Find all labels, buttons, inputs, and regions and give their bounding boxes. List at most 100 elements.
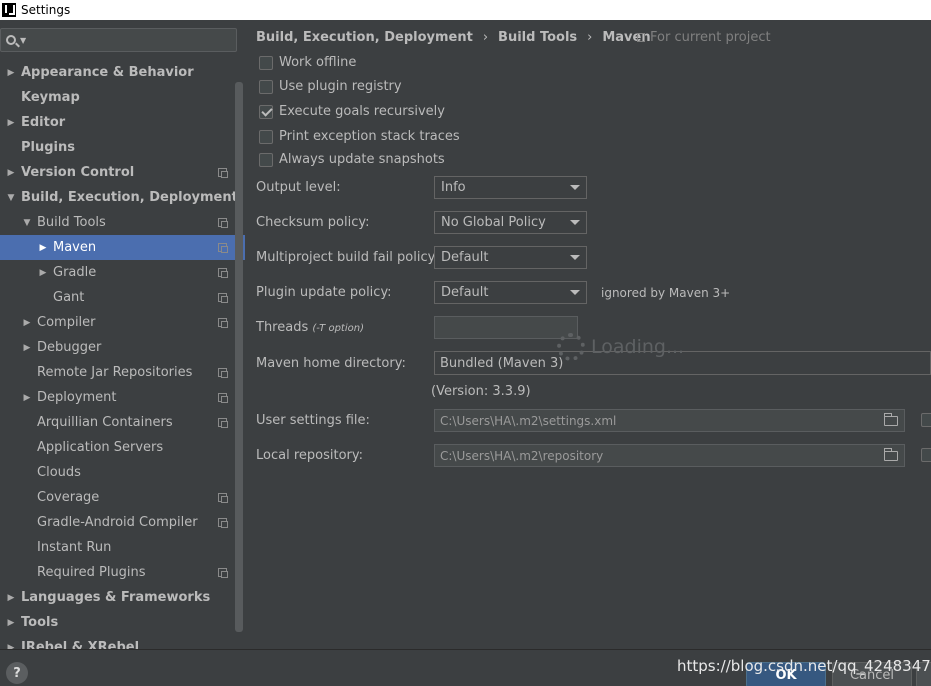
sidebar-item-keymap[interactable]: Keymap	[0, 85, 245, 110]
sidebar-item-label: Compiler	[37, 315, 96, 330]
maven-home-label: Maven home directory:	[256, 356, 406, 371]
chevron-down-icon	[570, 255, 580, 260]
sidebar-item-label: Remote Jar Repositories	[37, 365, 193, 380]
sidebar-item-label: Clouds	[37, 465, 81, 480]
sidebar-item-build-execution-deployment[interactable]: ▼ Build, Execution, Deployment	[0, 185, 245, 210]
intellij-app-icon	[2, 3, 16, 17]
sidebar-item-label: Plugins	[21, 140, 75, 155]
work-offline-checkbox[interactable]	[259, 55, 273, 70]
search-icon	[6, 35, 16, 45]
breadcrumb-part: Build, Execution, Deployment	[256, 30, 473, 45]
expand-arrow-down-icon[interactable]: ▼	[21, 218, 33, 228]
plugin-update-policy-select[interactable]: Default	[434, 281, 587, 304]
user-settings-value: C:\Users\HA\.m2\settings.xml	[440, 413, 617, 428]
expand-arrow-right-icon[interactable]: ▶	[5, 168, 17, 178]
user-settings-label: User settings file:	[256, 413, 370, 428]
plugin-update-policy-value: Default	[441, 285, 489, 300]
sidebar-item-appearance-behavior[interactable]: ▶ Appearance & Behavior	[0, 60, 245, 85]
copy-icon	[218, 168, 228, 178]
expand-arrow-right-icon[interactable]: ▶	[5, 118, 17, 128]
output-level-select[interactable]: Info	[434, 176, 587, 199]
local-repository-label: Local repository:	[256, 448, 363, 463]
sidebar-item-label: Maven	[53, 240, 97, 255]
sidebar-item-label: Keymap	[21, 90, 80, 105]
expand-arrow-right-icon[interactable]: ▶	[5, 593, 17, 603]
sidebar-item-deployment[interactable]: ▶ Deployment	[0, 385, 245, 410]
checksum-policy-select[interactable]: No Global Policy	[434, 211, 587, 234]
copy-icon	[218, 493, 228, 503]
sidebar-scrollbar[interactable]	[235, 82, 243, 632]
expand-arrow-right-icon[interactable]: ▶	[37, 243, 49, 253]
output-level-label: Output level:	[256, 180, 341, 195]
scope-label: For current project	[650, 30, 771, 45]
breadcrumb-separator: ›	[482, 30, 489, 45]
copy-icon	[218, 368, 228, 378]
sidebar-item-label: Tools	[21, 615, 59, 630]
use-plugin-registry-checkbox[interactable]	[259, 79, 273, 94]
user-settings-field[interactable]: C:\Users\HA\.m2\settings.xml	[434, 409, 905, 432]
use-plugin-registry-label: Use plugin registry	[279, 79, 402, 94]
sidebar-item-label: Appearance & Behavior	[21, 65, 194, 80]
local-repository-override-checkbox[interactable]	[921, 448, 931, 462]
sidebar-item-label: Build, Execution, Deployment	[21, 190, 238, 205]
sidebar-item-clouds[interactable]: Clouds	[0, 460, 245, 485]
always-update-snapshots-option[interactable]: Always update snapshots	[259, 152, 445, 167]
sidebar-item-coverage[interactable]: Coverage	[0, 485, 245, 510]
sidebar-item-gradle-android-compiler[interactable]: Gradle-Android Compiler	[0, 510, 245, 535]
execute-goals-recursively-checkbox[interactable]	[259, 104, 273, 119]
sidebar-item-tools[interactable]: ▶ Tools	[0, 610, 245, 635]
expand-arrow-down-icon[interactable]: ▼	[5, 193, 17, 203]
sidebar-item-label: Build Tools	[37, 215, 106, 230]
always-update-snapshots-checkbox[interactable]	[259, 152, 273, 167]
sidebar-item-debugger[interactable]: ▶ Debugger	[0, 335, 245, 360]
settings-search-input[interactable]: ▼	[0, 28, 237, 52]
work-offline-label: Work offline	[279, 55, 357, 70]
sidebar-item-languages-frameworks[interactable]: ▶ Languages & Frameworks	[0, 585, 245, 610]
help-icon[interactable]: ?	[6, 662, 28, 684]
expand-arrow-right-icon[interactable]: ▶	[21, 318, 33, 328]
folder-icon[interactable]	[884, 413, 898, 426]
multiproject-fail-policy-select[interactable]: Default	[434, 246, 587, 269]
expand-arrow-right-icon[interactable]: ▶	[37, 268, 49, 278]
loading-overlay: Loading...	[557, 333, 684, 361]
use-plugin-registry-option[interactable]: Use plugin registry	[259, 79, 402, 94]
expand-arrow-right-icon[interactable]: ▶	[5, 68, 17, 78]
user-settings-override-checkbox[interactable]	[921, 413, 931, 427]
sidebar-item-gant[interactable]: Gant	[0, 285, 245, 310]
sidebar-item-build-tools[interactable]: ▼ Build Tools	[0, 210, 245, 235]
sidebar-item-required-plugins[interactable]: Required Plugins	[0, 560, 245, 585]
chevron-down-icon: ▼	[20, 35, 27, 45]
print-exception-stack-traces-checkbox[interactable]	[259, 129, 273, 144]
work-offline-option[interactable]: Work offline	[259, 55, 356, 70]
sidebar-item-instant-run[interactable]: Instant Run	[0, 535, 245, 560]
sidebar-item-label: Coverage	[37, 490, 100, 505]
folder-icon[interactable]	[884, 448, 898, 461]
sidebar-item-gradle[interactable]: ▶ Gradle	[0, 260, 245, 285]
copy-icon	[218, 393, 228, 403]
copy-icon	[218, 243, 228, 253]
sidebar-item-remote-jar-repositories[interactable]: Remote Jar Repositories	[0, 360, 245, 385]
expand-arrow-right-icon[interactable]: ▶	[21, 343, 33, 353]
expand-arrow-right-icon[interactable]: ▶	[21, 393, 33, 403]
print-exception-stack-traces-option[interactable]: Print exception stack traces	[259, 129, 460, 144]
sidebar-item-label: Gant	[53, 290, 85, 305]
sidebar-item-application-servers[interactable]: Application Servers	[0, 435, 245, 460]
settings-sidebar: ▼ ▶ Appearance & Behavior Keymap ▶ Editor Plu…	[0, 20, 245, 649]
copy-icon	[218, 518, 228, 528]
chevron-down-icon	[570, 220, 580, 225]
breadcrumb-part: Build Tools	[498, 30, 578, 45]
chevron-down-icon	[570, 290, 580, 295]
sidebar-item-jrebel-xrebel[interactable]: ▶ JRebel & XRebel	[0, 635, 245, 649]
sidebar-item-editor[interactable]: ▶ Editor	[0, 110, 245, 135]
execute-goals-recursively-option[interactable]: Execute goals recursively	[259, 104, 445, 119]
sidebar-item-maven[interactable]: ▶ Maven	[0, 235, 245, 260]
checksum-policy-label: Checksum policy:	[256, 215, 370, 230]
maven-home-value: Bundled (Maven 3)	[440, 355, 564, 371]
sidebar-item-label: JRebel & XRebel	[21, 640, 140, 649]
sidebar-item-plugins[interactable]: Plugins	[0, 135, 245, 160]
sidebar-item-version-control[interactable]: ▶ Version Control	[0, 160, 245, 185]
sidebar-item-arquillian-containers[interactable]: Arquillian Containers	[0, 410, 245, 435]
sidebar-item-compiler[interactable]: ▶ Compiler	[0, 310, 245, 335]
expand-arrow-right-icon[interactable]: ▶	[5, 618, 17, 628]
local-repository-field[interactable]: C:\Users\HA\.m2\repository	[434, 444, 905, 467]
